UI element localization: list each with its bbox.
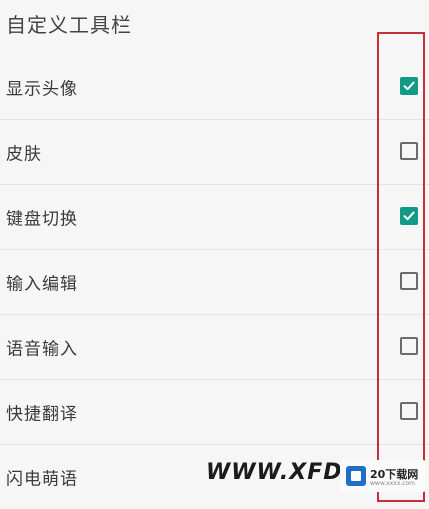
toolbar-item-checkbox[interactable] [400,207,418,225]
toolbar-item-label: 闪电萌语 [6,469,78,490]
page-title: 自定义工具栏 [6,13,132,37]
toolbar-item-label: 显示头像 [6,79,78,100]
watermark-logo-icon [346,466,366,486]
toolbar-item-show-avatar[interactable]: 显示头像 [0,55,429,120]
toolbar-item-checkbox[interactable] [400,77,418,95]
toolbar-item-skin[interactable]: 皮肤 [0,120,429,185]
toolbar-item-checkbox[interactable] [400,272,418,290]
toolbar-item-checkbox[interactable] [400,402,418,420]
toolbar-item-label: 皮肤 [6,144,42,165]
toolbar-item-checkbox[interactable] [400,142,418,160]
toolbar-item-input-edit[interactable]: 输入编辑 [0,250,429,315]
toolbar-item-label: 输入编辑 [6,274,78,295]
toolbar-items-list: 显示头像 皮肤 键盘切换 输入编辑 语音输入 快捷翻译 闪电萌语 [0,55,429,509]
watermark-badge: 20下载网 www.xxxx.com [340,460,426,492]
toolbar-item-label: 快捷翻译 [6,404,78,425]
check-icon [403,211,415,221]
toolbar-item-quick-translate[interactable]: 快捷翻译 [0,380,429,445]
watermark-badge-url: www.xxxx.com [370,480,416,487]
toolbar-item-label: 语音输入 [6,339,78,360]
toolbar-item-voice-input[interactable]: 语音输入 [0,315,429,380]
check-icon [403,81,415,91]
toolbar-item-checkbox[interactable] [400,337,418,355]
toolbar-item-keyboard-switch[interactable]: 键盘切换 [0,185,429,250]
toolbar-item-label: 键盘切换 [6,209,78,230]
